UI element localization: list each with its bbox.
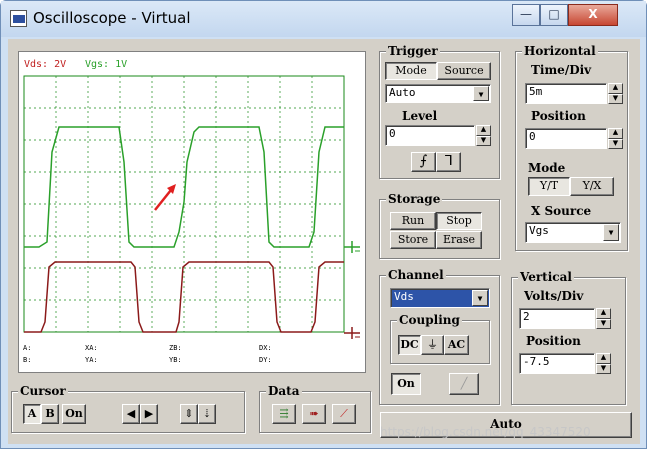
close-button[interactable]: X xyxy=(568,4,618,26)
timediv-down-icon[interactable]: ▼ xyxy=(608,94,623,104)
trigger-level-label: Level xyxy=(402,109,438,123)
rising-edge-button[interactable]: ᒣ xyxy=(436,152,461,172)
voltsdiv-up-icon[interactable]: ▲ xyxy=(596,308,611,319)
cursor-right-icon[interactable]: ▶ xyxy=(140,404,158,424)
voltsdiv-input[interactable]: 2 xyxy=(519,308,595,329)
waveform-plot xyxy=(23,75,360,339)
trigger-mode-button[interactable]: Mode xyxy=(385,62,437,80)
vertical-group: Vertical Volts/Div 2 ▲ ▼ Position -7.5 ▲… xyxy=(511,270,626,405)
cursor-left-icon[interactable]: ◀ xyxy=(122,404,140,424)
vgs-ground-marker-icon xyxy=(344,241,360,253)
ac-coupling-button[interactable]: AC xyxy=(444,335,469,355)
timediv-input[interactable]: 5m xyxy=(525,83,607,104)
measurement-label: YB: xyxy=(169,356,182,364)
trigger-title: Trigger xyxy=(386,44,440,58)
timediv-label: Time/Div xyxy=(531,63,592,77)
measurement-label: YA: xyxy=(85,356,98,364)
rising-edge-icon: ᒣ xyxy=(444,153,453,169)
channel-on-button[interactable]: On xyxy=(391,373,421,395)
cursor-down-icon[interactable]: ⇣ xyxy=(198,404,216,424)
plot-data-icon[interactable]: ⟋ xyxy=(332,404,356,424)
v-position-input[interactable]: -7.5 xyxy=(519,353,595,374)
storage-title: Storage xyxy=(386,192,443,206)
ground-coupling-button[interactable]: ⏚ xyxy=(421,335,444,355)
h-position-input[interactable]: 0 xyxy=(525,128,607,149)
measurement-label: DY: xyxy=(259,356,272,364)
ground-icon: ⏚ xyxy=(427,338,438,351)
cursor-on-button[interactable]: On xyxy=(62,404,86,424)
trigger-level-input[interactable]: 0 xyxy=(385,125,475,146)
yt-button[interactable]: Y/T xyxy=(528,177,570,196)
measurement-label: A: xyxy=(23,344,32,352)
erase-button[interactable]: Erase xyxy=(436,231,482,249)
maximize-button[interactable]: □ xyxy=(540,4,568,26)
stop-button[interactable]: Stop xyxy=(436,212,482,230)
level-up-icon[interactable]: ▲ xyxy=(476,125,491,136)
measurement-label: B: xyxy=(23,356,32,364)
window-title: Oscilloscope - Virtual xyxy=(33,9,191,27)
data-title: Data xyxy=(266,384,302,398)
probe-icon[interactable]: ╱ xyxy=(449,373,479,395)
measurement-label: DX: xyxy=(259,344,272,352)
h-position-label: Position xyxy=(531,109,586,123)
chevron-down-icon[interactable]: ▼ xyxy=(473,86,489,101)
h-mode-label: Mode xyxy=(528,161,566,175)
xsource-label: X Source xyxy=(531,204,592,218)
timediv-up-icon[interactable]: ▲ xyxy=(608,83,623,94)
falling-edge-button[interactable]: ⨍ xyxy=(411,152,436,172)
cursor-title: Cursor xyxy=(18,384,68,398)
v-position-down-icon[interactable]: ▼ xyxy=(596,364,611,374)
vertical-title: Vertical xyxy=(518,270,574,284)
annotation-arrow xyxy=(154,189,172,211)
horizontal-group: Horizontal Time/Div 5m ▲ ▼ Position 0 ▲ … xyxy=(515,44,628,251)
cursor-group: Cursor A B On ◀ ▶ ⇕ ⇣ xyxy=(11,384,245,433)
yx-button[interactable]: Y/X xyxy=(570,177,614,196)
channel-group: Channel Vds ▼ Coupling DC ⏚ AC On ╱ xyxy=(379,268,500,405)
export-data-icon[interactable]: ⇶ xyxy=(272,404,296,424)
channel-select[interactable]: Vds ▼ xyxy=(390,288,490,308)
measurement-label: ZB: xyxy=(169,344,182,352)
v-position-up-icon[interactable]: ▲ xyxy=(596,353,611,364)
coupling-title: Coupling xyxy=(397,313,462,327)
horizontal-title: Horizontal xyxy=(522,44,598,58)
data-group: Data ⇶ ➠ ⟋ xyxy=(259,384,371,433)
vds-ground-marker-icon xyxy=(344,327,360,339)
run-button[interactable]: Run xyxy=(390,212,436,230)
xsource-value: Vgs xyxy=(529,224,549,237)
voltsdiv-label: Volts/Div xyxy=(524,289,584,303)
storage-group: Storage Run Stop Store Erase xyxy=(379,192,500,259)
scope-screen[interactable]: Vds: 2V Vgs: 1V A: XA: ZB: DX: B: YA: YB: DY: xyxy=(18,51,366,373)
v-position-label: Position xyxy=(526,334,581,348)
coupling-group: Coupling DC ⏚ AC xyxy=(390,313,490,364)
measurement-label: XA: xyxy=(85,344,98,352)
trigger-mode-select[interactable]: Auto ▼ xyxy=(385,84,491,103)
app-icon xyxy=(10,10,27,27)
dc-coupling-button[interactable]: DC xyxy=(398,335,421,355)
channel-title: Channel xyxy=(386,268,446,282)
h-position-down-icon[interactable]: ▼ xyxy=(608,139,623,149)
cursor-a-button[interactable]: A xyxy=(23,404,41,424)
oscilloscope-window: Oscilloscope - Virtual — □ X Vds: 2V Vgs… xyxy=(0,0,647,449)
chevron-down-icon[interactable]: ▼ xyxy=(603,224,619,241)
save-data-icon[interactable]: ➠ xyxy=(302,404,326,424)
trigger-group: Trigger Mode Source Auto ▼ Level 0 ▲ ▼ ⨍ … xyxy=(379,44,500,179)
h-position-up-icon[interactable]: ▲ xyxy=(608,128,623,139)
watermark-text: https://blog.csdn.net/qq_43347520 xyxy=(380,425,591,439)
cursor-b-button[interactable]: B xyxy=(41,404,59,424)
trigger-source-button[interactable]: Source xyxy=(437,62,491,80)
channel-value: Vds xyxy=(394,290,414,303)
voltsdiv-down-icon[interactable]: ▼ xyxy=(596,319,611,329)
xsource-select[interactable]: Vgs ▼ xyxy=(525,222,621,243)
store-button[interactable]: Store xyxy=(390,231,436,249)
trigger-mode-value: Auto xyxy=(389,86,416,99)
client-area: Vds: 2V Vgs: 1V A: XA: ZB: DX: B: YA: YB: DY: T… xyxy=(8,39,640,444)
cursor-up-down-icon[interactable]: ⇕ xyxy=(180,404,198,424)
chevron-down-icon[interactable]: ▼ xyxy=(472,290,488,306)
minimize-button[interactable]: — xyxy=(512,4,540,26)
title-bar[interactable]: Oscilloscope - Virtual — □ X xyxy=(1,1,646,37)
falling-edge-icon: ⨍ xyxy=(419,153,428,169)
level-down-icon[interactable]: ▼ xyxy=(476,136,491,146)
